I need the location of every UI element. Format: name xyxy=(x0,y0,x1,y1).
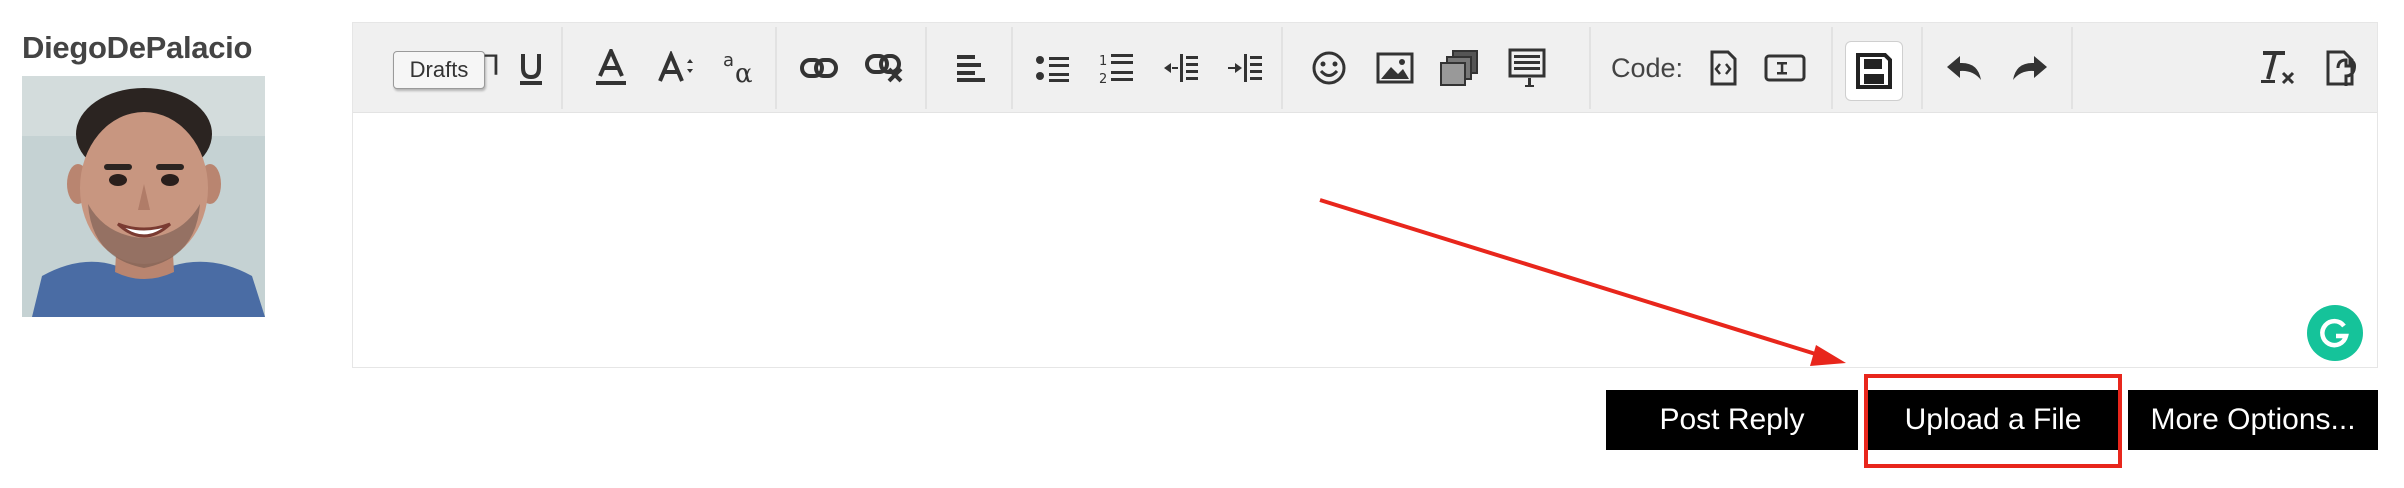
toolbar-group-code: Code: xyxy=(1595,27,1833,109)
outdent-icon[interactable] xyxy=(1157,43,1205,93)
font-size-icon[interactable] xyxy=(653,43,701,93)
svg-text:1: 1 xyxy=(1099,54,1107,69)
font-color-icon[interactable] xyxy=(587,43,635,93)
save-draft-icon xyxy=(1856,53,1892,89)
grammarly-icon[interactable] xyxy=(2307,305,2363,361)
indent-icon[interactable] xyxy=(1221,43,1269,93)
undo-icon[interactable] xyxy=(1941,43,1989,93)
toolbar-group-text-style: Drafts ᒣ xyxy=(365,27,563,109)
font-family-icon[interactable]: aα xyxy=(717,43,765,93)
remove-format-icon[interactable] xyxy=(2253,43,2301,93)
toolbar-group-lists: 12 xyxy=(1017,27,1283,109)
post-reply-button[interactable]: Post Reply xyxy=(1606,390,1858,450)
toggle-bb-code-icon[interactable] xyxy=(2317,43,2365,93)
code-block-icon[interactable] xyxy=(1699,43,1747,93)
avatar[interactable] xyxy=(22,76,265,317)
svg-text:α: α xyxy=(735,59,753,86)
media-icon[interactable] xyxy=(1435,43,1483,93)
align-left-icon[interactable] xyxy=(947,43,995,93)
underline-icon[interactable] xyxy=(507,43,555,93)
toolbar-group-font: aα xyxy=(567,27,777,109)
image-icon[interactable] xyxy=(1371,43,1419,93)
save-draft-button[interactable] xyxy=(1845,41,1903,101)
link-icon[interactable] xyxy=(795,43,843,93)
redo-icon[interactable] xyxy=(2005,43,2053,93)
toolbar-group-links xyxy=(781,27,927,109)
smilie-icon[interactable] xyxy=(1305,43,1353,93)
toolbar-group-drafts xyxy=(1837,27,1923,109)
bulleted-list-icon[interactable] xyxy=(1029,43,1077,93)
drafts-tooltip: Drafts xyxy=(393,51,485,89)
code-label: Code: xyxy=(1611,53,1684,83)
more-options-button[interactable]: More Options... xyxy=(2128,390,2378,450)
message-editor: Drafts ᒣ aα 1 2 Code: xyxy=(352,22,2378,368)
editor-content-area[interactable] xyxy=(353,115,2377,367)
username[interactable]: DiegoDePalacio xyxy=(22,30,252,66)
numbered-list-icon[interactable]: 12 xyxy=(1093,43,1141,93)
toolbar-group-history xyxy=(1927,27,2073,109)
toolbar-group-alignment xyxy=(931,27,1013,109)
upload-file-highlight xyxy=(1864,374,2122,468)
toolbar-group-tools xyxy=(2077,27,2375,109)
quote-icon[interactable] xyxy=(1503,43,1551,93)
italic-icon-fragment[interactable]: ᒣ xyxy=(483,49,500,82)
unlink-icon[interactable] xyxy=(861,43,909,93)
editor-toolbar: Drafts ᒣ aα 1 2 Code: xyxy=(353,23,2377,113)
svg-text:a: a xyxy=(723,50,734,71)
inline-code-icon[interactable] xyxy=(1761,43,1809,93)
svg-text:2: 2 xyxy=(1099,72,1107,85)
toolbar-group-insert xyxy=(1287,27,1591,109)
